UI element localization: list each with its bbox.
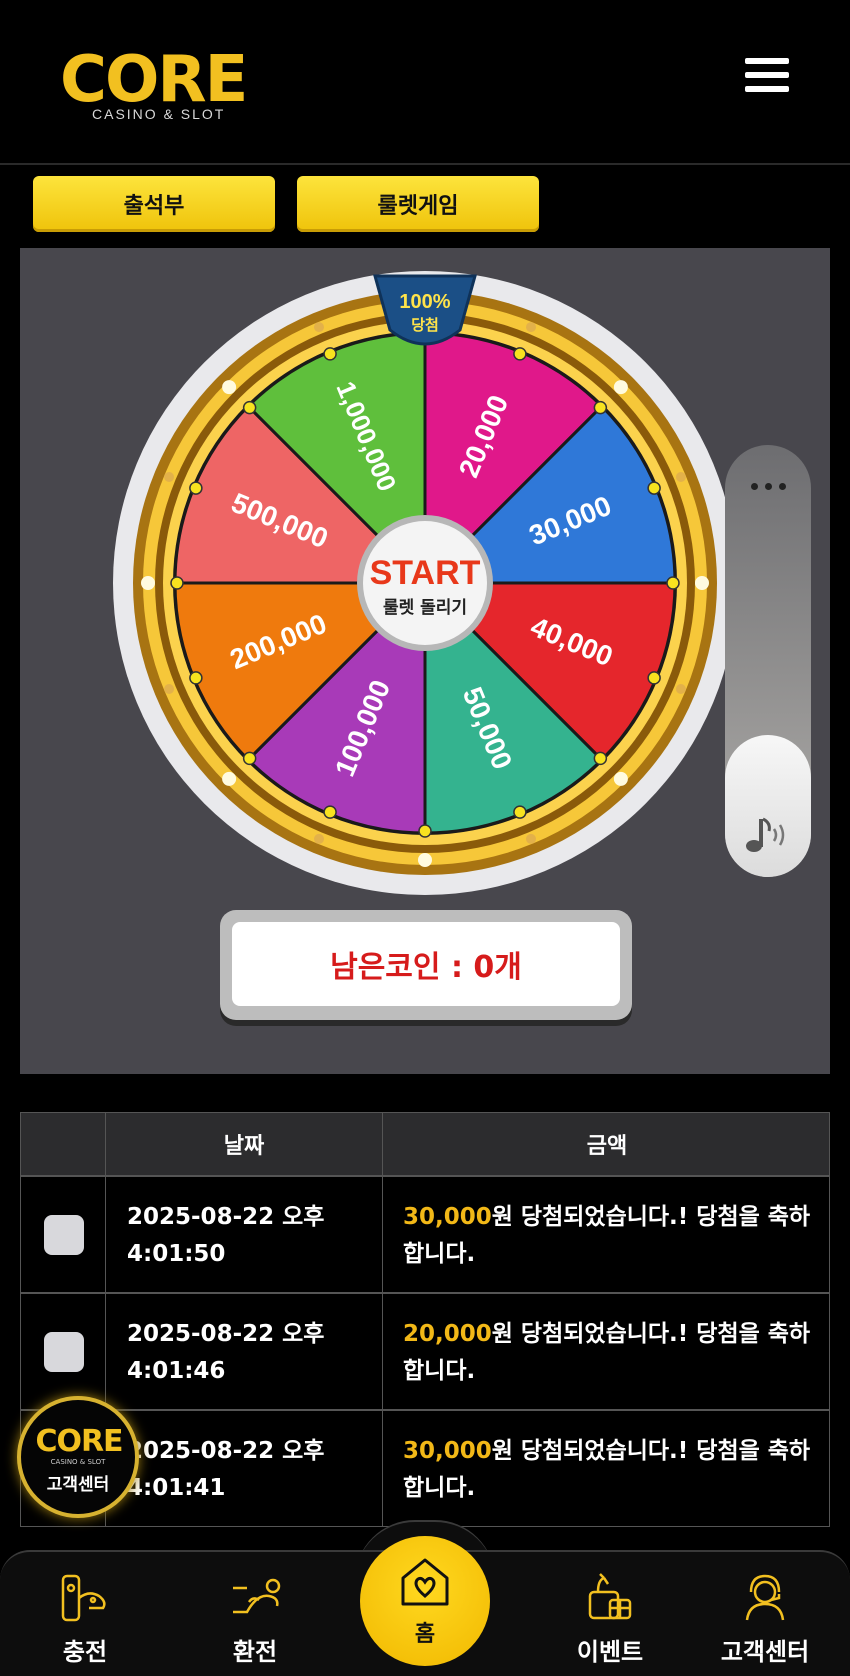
wheel-rim-light [695, 576, 709, 590]
header: CORE CASINO & SLOT [0, 0, 850, 165]
nav-home-label: 홈 [414, 1622, 436, 1647]
table-header-row: 날짜 금액 [20, 1112, 830, 1176]
wheel-stud [323, 347, 337, 361]
nav-deposit-label: 충전 [62, 1638, 108, 1666]
row-amount: 30,000 [403, 1438, 492, 1464]
wheel-stud [513, 805, 527, 819]
nav-home[interactable]: 홈 [360, 1536, 490, 1666]
wheel-stud [170, 576, 184, 590]
wheel-rim-light [418, 853, 432, 867]
wheel-rim-light [526, 833, 537, 844]
badge-win: 당첨 [411, 316, 439, 334]
wheel-stud [666, 576, 680, 590]
row-amount: 20,000 [403, 1321, 492, 1347]
row-date: 2025-08-22 오후 4:01:41 [127, 1438, 325, 1501]
wheel-rim-light [222, 380, 237, 395]
cs-label: 고객센터 [46, 1475, 110, 1495]
tab-attendance[interactable]: 출석부 [33, 176, 275, 232]
row-message: 30,000원 당첨되었습니다.! 당첨을 축하합니다. [403, 1199, 813, 1273]
roulette-panel: 20,000 30,000 40,000 50,000 100,000 200,000 50… [20, 248, 830, 1074]
row-date: 2025-08-22 오후 4:01:46 [127, 1321, 325, 1384]
row-checkbox[interactable] [44, 1332, 84, 1372]
nav-support-label: 고객센터 [720, 1638, 810, 1666]
cs-logo-text: CORE [35, 1424, 123, 1459]
nav-withdraw[interactable]: 환전 [190, 1552, 320, 1676]
remaining-coins-box: 남은코인 : 0개 [220, 910, 632, 1020]
tab-roulette[interactable]: 룰렛게임 [297, 176, 539, 232]
roulette-wheel: 20,00030,00040,00050,000100,000200,00050… [113, 271, 737, 895]
logo-subtitle: CASINO & SLOT [92, 106, 226, 122]
deposit-icon [61, 1574, 106, 1622]
wheel-stud [323, 805, 337, 819]
remaining-coins-text: 남은코인 : 0개 [232, 922, 620, 1006]
badge-percent: 100% [399, 291, 450, 313]
wheel-rim-light [313, 833, 324, 844]
start-sub-label: 룰렛 돌리기 [383, 598, 467, 618]
wheel-stud [647, 481, 661, 495]
home-heart-icon [401, 1558, 449, 1606]
row-date: 2025-08-22 오후 4:01:50 [127, 1204, 325, 1267]
header-select [21, 1113, 106, 1175]
nav-support[interactable]: 고객센터 [700, 1552, 830, 1676]
row-checkbox[interactable] [44, 1215, 84, 1255]
start-button[interactable]: START 룰렛 돌리기 [370, 554, 481, 618]
header-amount: 금액 [586, 1134, 628, 1159]
wheel-rim-light [675, 684, 686, 695]
wheel-stud [189, 671, 203, 685]
cs-logo-subtitle: CASINO & SLOT [50, 1458, 106, 1466]
wheel-stud [593, 751, 608, 766]
wheel-rim-light [613, 771, 628, 786]
wheel-rim-light [675, 471, 686, 482]
wheel-stud [242, 751, 257, 766]
table-row: 2025-08-22 오후 4:01:50 30,000원 당첨되었습니다.! … [20, 1176, 830, 1293]
wheel-stud [418, 824, 432, 838]
nav-withdraw-label: 환전 [232, 1638, 278, 1666]
wheel-stud [189, 481, 203, 495]
row-message: 20,000원 당첨되었습니다.! 당첨을 축하합니다. [403, 1316, 813, 1390]
gift-icon [588, 1573, 632, 1620]
core-logo[interactable]: CORE CASINO & SLOT [60, 40, 260, 130]
wheel-stud [242, 400, 257, 415]
table-row: 2025-08-22 오후 4:01:46 20,000원 당첨되었습니다.! … [20, 1293, 830, 1410]
music-note-icon [746, 817, 785, 852]
wheel-rim-light [164, 471, 175, 482]
nav-event-label: 이벤트 [576, 1638, 644, 1666]
row-message: 30,000원 당첨되었습니다.! 당첨을 축하합니다. [403, 1433, 813, 1507]
table-row: 2025-08-22 오후 4:01:41 30,000원 당첨되었습니다.! … [20, 1410, 830, 1527]
wheel-rim-light [164, 684, 175, 695]
more-dots-icon[interactable] [751, 483, 787, 493]
wheel-rim-light [222, 771, 237, 786]
row-amount: 30,000 [403, 1204, 492, 1230]
wheel-rim-light [526, 322, 537, 333]
header-date: 날짜 [106, 1113, 383, 1175]
wheel-stud [513, 347, 527, 361]
wheel-rim-light [613, 380, 628, 395]
hamburger-menu-icon[interactable] [745, 58, 789, 98]
start-label[interactable]: START [370, 554, 481, 592]
support-agent-icon [745, 1574, 785, 1621]
nav-deposit[interactable]: 충전 [20, 1552, 150, 1676]
nav-event[interactable]: 이벤트 [545, 1552, 675, 1676]
customer-service-badge[interactable]: CORE CASINO & SLOT 고객센터 [17, 1396, 139, 1518]
wheel-stud [647, 671, 661, 685]
withdraw-icon [233, 1578, 281, 1614]
wheel-rim-light [141, 576, 155, 590]
sound-toggle-button[interactable] [725, 735, 811, 877]
wheel-stud [593, 400, 608, 415]
wheel-rim-light [313, 322, 324, 333]
side-control-panel [725, 445, 811, 877]
